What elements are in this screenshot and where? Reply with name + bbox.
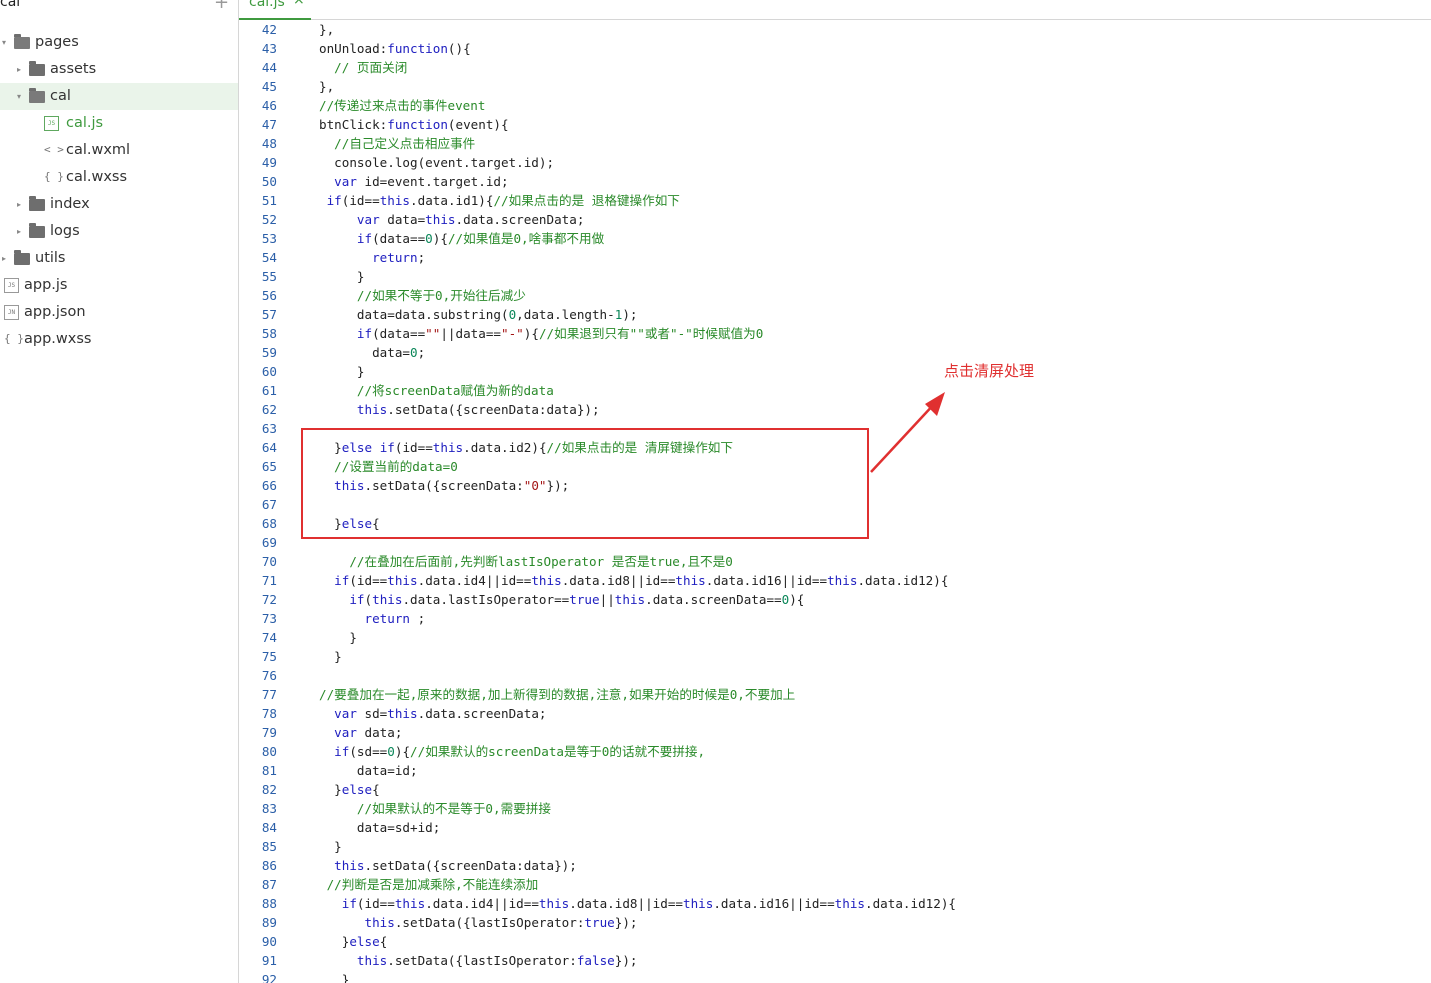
annotation-arrow-icon [870,392,945,473]
annotation-label: 点击清屏处理 [944,362,1035,380]
